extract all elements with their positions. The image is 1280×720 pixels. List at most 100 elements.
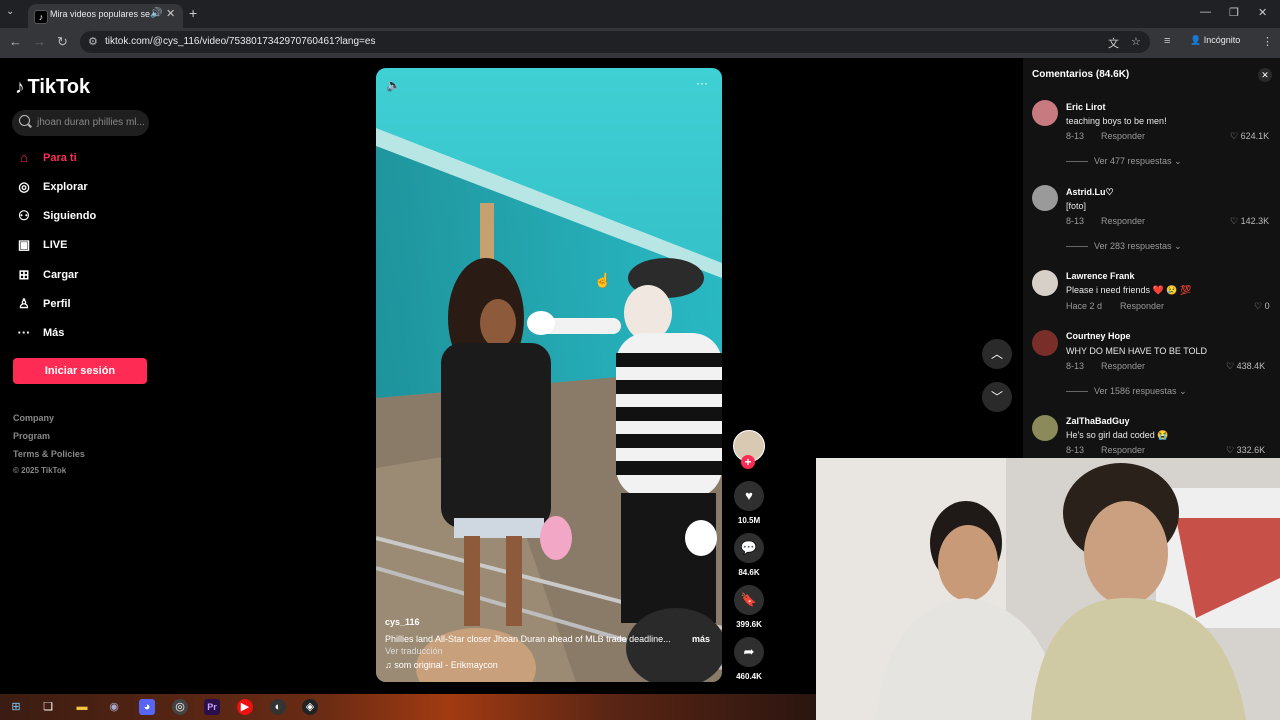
like-button[interactable]: ♥ [734,481,764,511]
heart-outline-icon: ♡ [1226,361,1235,371]
comment-like-count: 142.3K [1240,216,1270,226]
audio-icon[interactable]: 🔊 [150,8,162,19]
new-tab-icon[interactable]: + [189,5,197,21]
nav-label: Siguiendo [43,210,97,222]
address-bar[interactable]: ⚙ tiktok.com/@cys_116/video/753801734297… [80,31,1150,53]
more-options-icon[interactable]: ··· [696,76,708,90]
view-replies-link[interactable]: Ver 283 respuestas ⌄ [1066,241,1182,252]
previous-video-button[interactable]: ︿ [982,339,1012,369]
compass-icon: ◎ [18,179,30,194]
tab-title: Mira videos populares sele [50,9,150,19]
share-button[interactable]: ➦ [734,637,764,667]
nav-item-live[interactable]: ▣ LIVE [15,237,68,253]
file-explorer-icon[interactable]: ▬ [74,699,90,715]
reply-button[interactable]: Responder [1101,361,1145,371]
webcam-overlay [816,458,1280,720]
search-input[interactable]: jhoan duran phillies ml... [12,110,149,136]
youtube-music-icon[interactable]: ▶ [237,699,253,715]
app-icon[interactable]: ◈ [302,699,318,715]
nav-item-perfil[interactable]: ♙ Perfil [15,296,70,312]
close-comments-icon[interactable]: ✕ [1258,68,1272,82]
task-view-icon[interactable]: ❏ [40,699,56,715]
restore-icon[interactable]: ❐ [1229,6,1239,19]
hand-cursor-icon: ☝ [594,272,612,288]
save-button[interactable]: 🔖 [734,585,764,615]
media-icon[interactable]: ≡ [1164,35,1170,47]
kebab-icon[interactable]: ⋮ [1262,35,1273,48]
windows-start-icon[interactable]: ⊞ [8,699,24,715]
avatar[interactable] [1032,185,1058,211]
comment-date: 8-13 [1066,361,1085,371]
tab-menu-icon[interactable]: ⌄ [6,6,14,17]
volume-icon[interactable]: 🔈 [386,78,401,92]
footer-link-program[interactable]: Program [13,431,50,441]
incognito-badge[interactable]: 👤 Incógnito [1190,35,1240,46]
follow-plus-icon[interactable]: + [741,455,755,469]
next-video-button[interactable]: ﹀ [982,382,1012,412]
steam-icon[interactable]: ◉ [106,699,122,715]
close-window-icon[interactable]: ✕ [1258,6,1267,19]
nav-item-cargar[interactable]: ⊞ Cargar [15,267,79,283]
minimize-icon[interactable]: — [1200,6,1211,18]
discord-icon[interactable]: ◕ [139,699,155,715]
tiktok-favicon-icon: ♪ [34,10,48,24]
star-icon[interactable]: ☆ [1131,35,1141,48]
reply-button[interactable]: Responder [1120,301,1164,311]
save-count: 399.6K [736,620,762,629]
avatar[interactable] [1032,415,1058,441]
view-replies-link[interactable]: Ver 1586 respuestas ⌄ [1066,386,1187,397]
footer-link-company[interactable]: Company [13,413,54,423]
live-icon: ▣ [17,237,31,252]
nav-label: Para ti [43,151,77,164]
forward-icon[interactable]: → [33,34,46,49]
reload-icon[interactable]: ↻ [57,34,68,50]
site-info-icon[interactable]: ⚙ [88,35,98,48]
translate-icon[interactable]: 文 [1108,35,1119,51]
music-note-icon: ♫ [385,660,395,670]
comment-like[interactable]: ♡ 332.6K [1226,445,1265,456]
search-placeholder: jhoan duran phillies ml... [37,117,145,128]
video-player[interactable] [376,68,722,682]
webcam-image [816,458,1280,720]
comment-like[interactable]: ♡ 0 [1254,301,1270,312]
comment-button[interactable]: 💬 [734,533,764,563]
comment-like[interactable]: ♡ 438.4K [1226,361,1265,372]
avatar[interactable] [1032,100,1058,126]
nav-item-explorar[interactable]: ◎ Explorar [15,179,87,195]
comment-author[interactable]: ZaIThaBadGuy [1066,416,1130,426]
obs-icon[interactable]: ◐ [270,699,286,715]
comment-like[interactable]: ♡ 624.1K [1230,131,1269,142]
reply-button[interactable]: Responder [1101,131,1145,141]
premiere-icon[interactable]: Pr [204,699,220,715]
translate-link[interactable]: Ver traducción [385,646,443,656]
incognito-icon: 👤 [1190,35,1204,45]
comment-like[interactable]: ♡ 142.3K [1230,216,1269,227]
more-icon: ··· [17,325,31,340]
nav-item-siguiendo[interactable]: ⚇ Siguiendo [15,208,96,224]
footer-link-terms[interactable]: Terms & Policies [13,449,85,459]
comment-author[interactable]: Lawrence Frank [1066,271,1135,281]
video-caption: Phillies land All-Star closer Jhoan Dura… [385,634,671,644]
browser-tab[interactable]: ♪ Mira videos populares sele 🔊 ✕ [28,4,183,28]
nav-item-mas[interactable]: ··· Más [15,325,65,340]
reply-button[interactable]: Responder [1101,216,1145,226]
heart-outline-icon: ♡ [1230,216,1239,226]
comment-author[interactable]: Courtney Hope [1066,331,1131,341]
avatar[interactable] [1032,330,1058,356]
avatar[interactable] [1032,270,1058,296]
reply-button[interactable]: Responder [1101,445,1145,455]
caption-more-link[interactable]: más [692,634,710,644]
back-icon[interactable]: ← [9,34,22,49]
login-button[interactable]: Iniciar sesión [13,358,147,384]
close-tab-icon[interactable]: ✕ [166,7,175,20]
nav-item-para-ti[interactable]: ⌂ Para ti [15,150,77,165]
comment-author[interactable]: Astrid.Lu♡ [1066,187,1114,198]
tiktok-logo[interactable]: ♪ TikTok [15,76,90,99]
view-replies-label: Ver 1586 respuestas [1094,386,1177,396]
profile-icon: ♙ [18,296,30,311]
chrome-icon[interactable]: ◎ [172,699,188,715]
video-username[interactable]: cys_116 [385,617,420,627]
video-sound[interactable]: ♫ som original - Erikmaycon [385,660,498,670]
view-replies-link[interactable]: Ver 477 respuestas ⌄ [1066,156,1182,167]
comment-author[interactable]: Eric Lirot [1066,102,1106,112]
